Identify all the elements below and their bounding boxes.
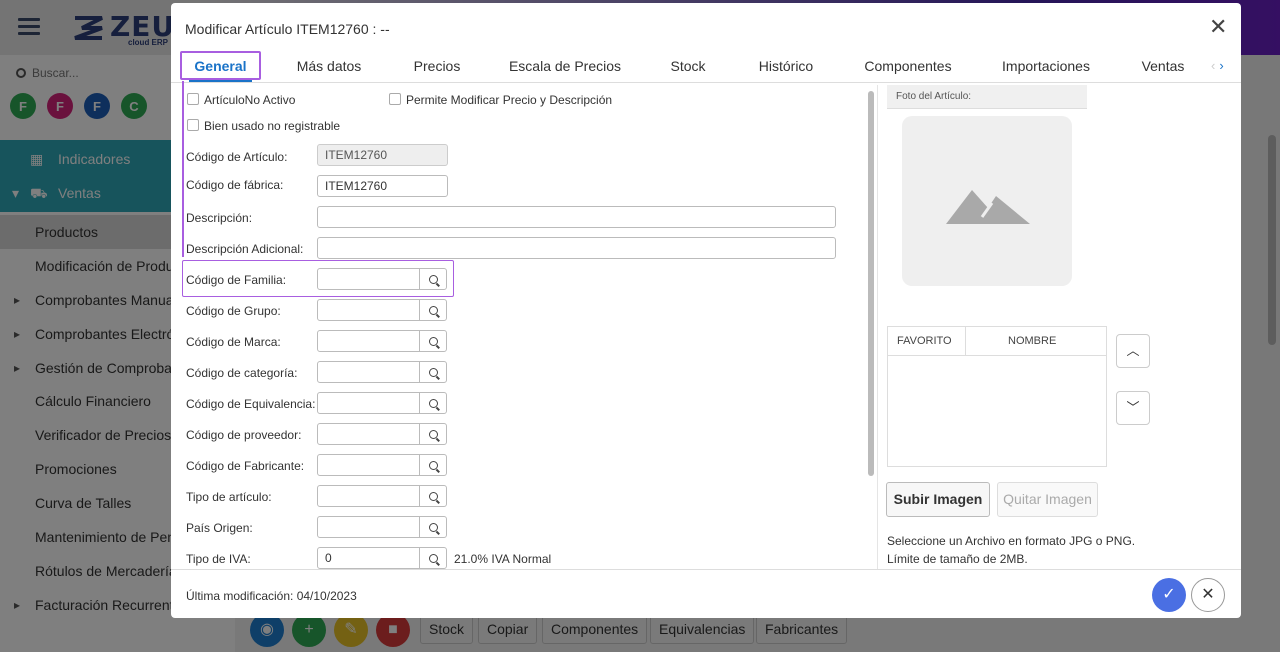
- vat-description: 21.0% IVA Normal: [454, 552, 552, 566]
- equivalence-code-field[interactable]: [317, 392, 447, 414]
- search-icon[interactable]: [419, 362, 446, 382]
- tab-ventas[interactable]: Ventas: [1136, 50, 1190, 82]
- search-icon[interactable]: [419, 300, 446, 320]
- article-code-field: ITEM12760: [317, 144, 448, 166]
- photo-placeholder[interactable]: [902, 116, 1072, 286]
- highlight-connector: [182, 81, 184, 257]
- field-label: Descripción:: [186, 211, 253, 225]
- panel-divider: [877, 85, 878, 570]
- size-limit-hint: Límite de tamaño de 2MB.: [887, 552, 1028, 566]
- chevron-up-icon: ︿: [1126, 343, 1140, 358]
- modify-price-checkbox[interactable]: [389, 93, 401, 105]
- used-good-checkbox[interactable]: [187, 119, 199, 131]
- search-icon[interactable]: [419, 331, 446, 351]
- chevron-left-icon[interactable]: ‹: [1211, 58, 1215, 73]
- field-label: Código de Fabricante:: [186, 459, 305, 473]
- chevron-right-icon[interactable]: ›: [1219, 58, 1223, 73]
- field-label: Código de Equivalencia:: [186, 397, 316, 411]
- family-field-highlight: [182, 260, 454, 297]
- tab-escala-precios[interactable]: Escala de Precios: [505, 50, 625, 82]
- inactive-checkbox-label: ArtículoNo Activo: [204, 93, 296, 107]
- modal-footer: Última modificación: 04/10/2023 ✓ ✕: [171, 569, 1241, 618]
- used-good-checkbox-label: Bien usado no registrable: [204, 119, 341, 133]
- search-icon[interactable]: [419, 424, 446, 444]
- close-icon[interactable]: ✕: [1209, 16, 1227, 38]
- search-icon[interactable]: [419, 548, 446, 568]
- field-label: Tipo de artículo:: [186, 490, 272, 504]
- tab-componentes[interactable]: Componentes: [861, 50, 955, 82]
- close-icon: ✕: [1201, 586, 1215, 603]
- tab-highlight-marker: [180, 51, 261, 80]
- remove-image-button[interactable]: Quitar Imagen: [997, 482, 1098, 517]
- edit-article-modal: Modificar Artículo ITEM12760 : -- ✕ Gene…: [171, 3, 1241, 618]
- upload-hint: Seleccione un Archivo en formato JPG o P…: [887, 534, 1136, 548]
- photo-table-header: FAVORITO NOMBRE: [888, 327, 1106, 356]
- field-label: Tipo de IVA:: [186, 552, 251, 566]
- image-placeholder-icon: [946, 190, 1030, 224]
- field-label: País Origen:: [186, 521, 253, 535]
- upload-image-button[interactable]: Subir Imagen: [886, 482, 990, 517]
- tab-importaciones[interactable]: Importaciones: [997, 50, 1095, 82]
- move-up-button[interactable]: ︿: [1116, 334, 1150, 368]
- field-label: Código de Marca:: [186, 335, 281, 349]
- field-value: 0: [325, 551, 332, 565]
- field-label: Descripción Adicional:: [186, 242, 304, 256]
- last-modified: Última modificación: 04/10/2023: [186, 589, 357, 603]
- field-label: Código de categoría:: [186, 366, 298, 380]
- field-label: Código de Grupo:: [186, 304, 281, 318]
- field-label: Código de proveedor:: [186, 428, 302, 442]
- description-field[interactable]: [317, 206, 836, 228]
- cancel-button[interactable]: ✕: [1191, 578, 1225, 612]
- additional-description-field[interactable]: [317, 237, 836, 259]
- brand-code-field[interactable]: [317, 330, 447, 352]
- article-type-field[interactable]: [317, 485, 447, 507]
- vat-type-field[interactable]: 0: [317, 547, 447, 569]
- photo-table: FAVORITO NOMBRE: [887, 326, 1107, 467]
- form-scrollbar[interactable]: [868, 86, 876, 566]
- tab-precios[interactable]: Precios: [403, 50, 471, 82]
- chevron-down-icon: ﹀: [1126, 400, 1140, 415]
- field-label: Código de fábrica:: [186, 178, 284, 192]
- scrollbar-thumb[interactable]: [868, 91, 874, 476]
- factory-code-field[interactable]: ITEM12760: [317, 175, 448, 197]
- modify-price-checkbox-label: Permite Modificar Precio y Descripción: [406, 93, 613, 107]
- modal-title: Modificar Artículo ITEM12760 : --: [185, 21, 390, 37]
- confirm-button[interactable]: ✓: [1152, 578, 1186, 612]
- tab-historico[interactable]: Histórico: [751, 50, 821, 82]
- field-label: Código de Artículo:: [186, 150, 288, 164]
- general-form: ArtículoNo Activo Permite Modificar Prec…: [171, 85, 871, 570]
- tab-stock[interactable]: Stock: [661, 50, 715, 82]
- search-icon[interactable]: [419, 455, 446, 475]
- tab-mas-datos[interactable]: Más datos: [289, 50, 369, 82]
- column-nombre[interactable]: NOMBRE: [1008, 335, 1056, 347]
- search-icon[interactable]: [419, 393, 446, 413]
- photo-header: Foto del Artículo:: [887, 85, 1087, 109]
- search-icon[interactable]: [419, 486, 446, 506]
- tab-scroll-arrows[interactable]: ‹ ›: [1211, 58, 1224, 73]
- search-icon[interactable]: [419, 517, 446, 537]
- supplier-code-field[interactable]: [317, 423, 447, 445]
- check-icon: ✓: [1162, 586, 1176, 603]
- origin-country-field[interactable]: [317, 516, 447, 538]
- inactive-checkbox[interactable]: [187, 93, 199, 105]
- category-code-field[interactable]: [317, 361, 447, 383]
- move-down-button[interactable]: ﹀: [1116, 391, 1150, 425]
- group-code-field[interactable]: [317, 299, 447, 321]
- column-favorito[interactable]: FAVORITO: [897, 335, 952, 347]
- manufacturer-code-field[interactable]: [317, 454, 447, 476]
- tab-bar: General Más datos Precios Escala de Prec…: [171, 50, 1241, 83]
